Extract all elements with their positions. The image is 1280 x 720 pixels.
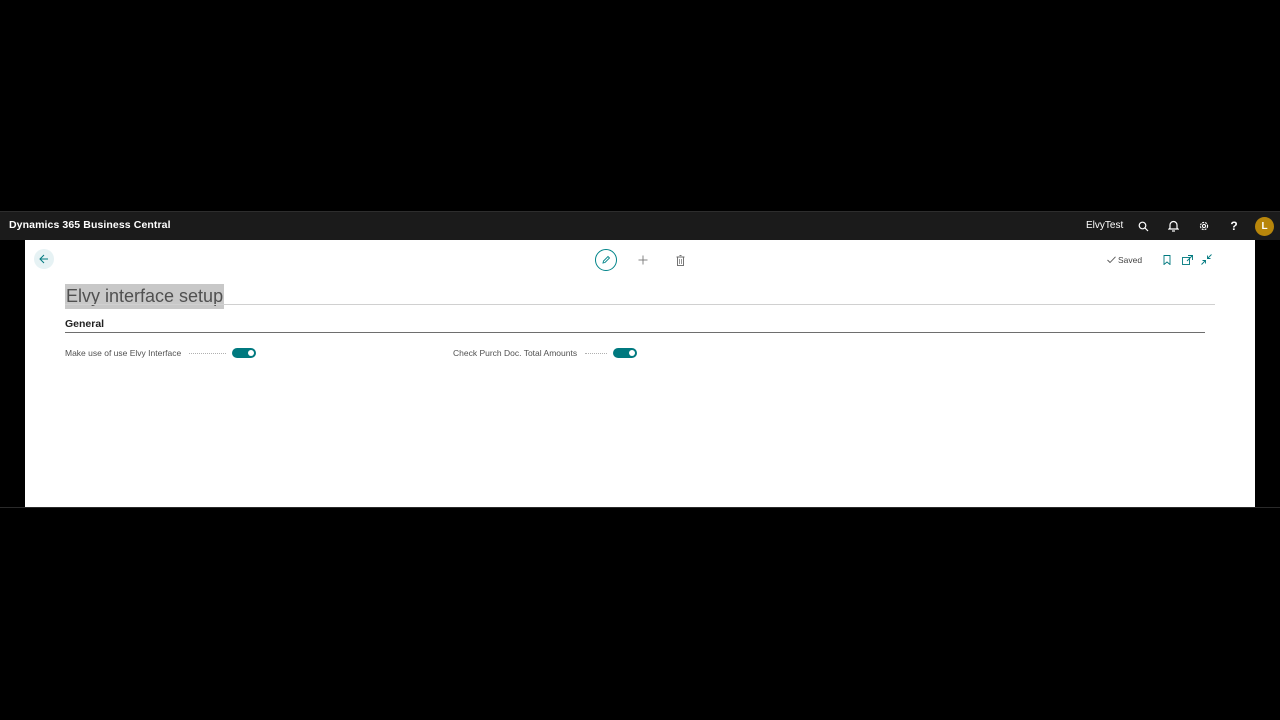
- section-title-general[interactable]: General: [65, 318, 104, 330]
- top-app-bar: Dynamics 365 Business Central ElvyTest ?…: [0, 211, 1280, 240]
- field-label[interactable]: Check Purch Doc. Total Amounts: [453, 348, 577, 358]
- gear-icon[interactable]: [1196, 218, 1212, 234]
- use-elvy-interface-toggle[interactable]: [232, 348, 257, 358]
- app-brand[interactable]: Dynamics 365 Business Central: [9, 219, 171, 231]
- company-name[interactable]: ElvyTest: [1086, 220, 1123, 231]
- help-icon[interactable]: ?: [1226, 218, 1242, 234]
- edit-pencil-icon[interactable]: [595, 249, 617, 271]
- avatar[interactable]: L: [1255, 217, 1274, 236]
- section-divider: [65, 332, 1205, 333]
- checkmark-icon: [1107, 256, 1116, 264]
- open-new-window-icon[interactable]: [1181, 254, 1193, 266]
- collapse-icon[interactable]: [1200, 253, 1212, 265]
- plus-icon[interactable]: [637, 254, 649, 266]
- bookmark-icon[interactable]: [1162, 254, 1172, 266]
- title-divider: [65, 304, 1215, 305]
- bell-icon[interactable]: [1165, 218, 1181, 234]
- page-card: Saved Elvy interface setup General Make …: [25, 240, 1255, 507]
- check-purch-doc-total-toggle[interactable]: [613, 348, 638, 358]
- search-icon[interactable]: [1135, 218, 1151, 234]
- saved-label: Saved: [1118, 255, 1143, 265]
- back-arrow-icon[interactable]: [34, 249, 54, 269]
- field-leader-dots: [585, 352, 608, 354]
- saved-status: Saved: [1107, 255, 1142, 265]
- field-label[interactable]: Make use of use Elvy Interface: [65, 348, 181, 358]
- page-title: Elvy interface setup: [65, 284, 225, 310]
- bottom-edge-line: [0, 507, 1280, 508]
- field-check-purch-doc-total: Check Purch Doc. Total Amounts: [453, 346, 638, 360]
- trash-icon[interactable]: [674, 254, 686, 266]
- field-leader-dots: [189, 352, 227, 354]
- field-use-elvy-interface: Make use of use Elvy Interface: [65, 346, 257, 360]
